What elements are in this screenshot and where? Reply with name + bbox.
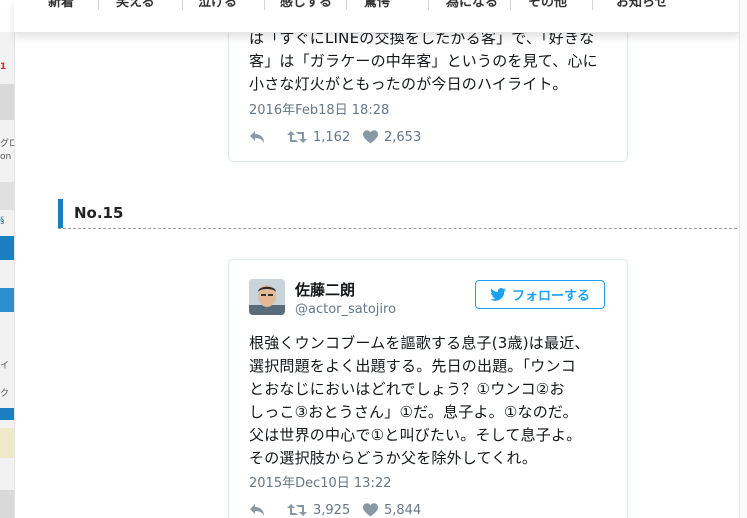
bg-block [0,182,14,210]
like-button[interactable]: 5,844 [363,501,421,518]
retweet-icon [287,131,307,143]
tweet-date[interactable]: 2016年Feb18日 18:28 [249,99,389,118]
bg-fragment: 1 [0,62,7,72]
background-page-strip: 1 グロ on § イ ク [0,0,15,518]
nav-item-funny[interactable]: 笑える [116,0,155,13]
nav-separator [510,0,511,10]
reply-button[interactable] [249,128,266,146]
heading-accent-bar [58,199,63,228]
avatar[interactable] [249,279,285,315]
author-handle[interactable]: @actor_satojiro [295,302,396,317]
tweet-text-line: 小さな灯火がともったのが今日のハイライト。 [249,75,568,93]
like-count: 5,844 [384,502,422,518]
twitter-bird-icon [490,288,506,301]
tweet-actions: 1,162 2,653 [249,128,609,146]
tweet-text-line: 根強くウンコブームを謳歌する息子(3歳)は最近、 [249,334,590,352]
nav-item-surprise[interactable]: 驚愕 [364,0,390,13]
author-name[interactable]: 佐藤二朗 [295,279,355,300]
nav-item-touching[interactable]: 泣ける [198,0,237,13]
bg-fragment: § [0,216,5,226]
bg-fragment: ク [0,389,10,399]
bg-block [0,288,14,312]
tweet-text-line: 父は世界の中心で①と叫びたい。そして息子よ。 [249,426,582,444]
section-heading: No.15 [58,199,747,229]
reply-icon [250,131,264,143]
tweet-text: 根強くウンコブームを謳歌する息子(3歳)は最近、 選択問題をよく出題する。先日の… [249,332,601,470]
avatar-photo [249,279,285,315]
like-count: 2,653 [384,129,422,145]
tweet-text-line: その選択肢からどうか父を除外してくれ。 [249,449,538,467]
bg-block [0,84,14,120]
retweet-count: 3,925 [313,502,351,518]
follow-button-label: フォローする [511,289,590,304]
tweet-text: は「すぐにLINEの交換をしたがる客」で、「好きな 客」は「ガラケーの中年客」と… [249,27,601,96]
nav-item-other[interactable]: その他 [528,0,567,13]
bg-block [0,490,14,518]
nav-separator [592,0,593,10]
reply-icon [250,504,264,516]
right-scroll-edge [739,0,747,518]
bg-block [0,408,14,420]
tweet-text-line: 選択問題をよく出題する。先日の出題。「ウンコ [249,357,576,375]
section-number: No.15 [74,204,124,222]
retweet-count: 1,162 [313,129,351,145]
tweet-actions: 3,925 5,844 [249,501,609,518]
bg-block [0,0,14,32]
nav-separator [346,0,347,10]
nav-item-news[interactable]: お知らせ [616,0,668,13]
bg-block [0,428,14,458]
tweet-text-line: 客」は「ガラケーの中年客」というのを見て、心に [249,52,598,70]
page: 1 グロ on § イ ク 新着 笑える 泣ける 感じする 驚愕 為になる その… [0,0,747,518]
follow-button[interactable]: フォローする [475,280,605,309]
bg-fragment: イ [0,361,10,371]
retweet-icon [287,504,307,516]
nav-item-useful[interactable]: 為になる [446,0,498,13]
bg-block [0,236,14,260]
tweet-card: 佐藤二朗 @actor_satojiro フォローする 根強くウンコブームを謳歌… [228,259,628,518]
tweet-date[interactable]: 2015年Dec10日 13:22 [249,472,391,491]
heart-icon [363,503,378,517]
tweet-text-line: とおなじにおいはどれでしょう？①ウンコ②お [249,380,565,398]
retweet-button[interactable]: 3,925 [287,501,350,518]
bg-fragment: グロ [0,139,14,149]
tweet-text-line: しっこ③おとうさん」①だ。息子よ。①なのだ。 [249,403,578,421]
nav-item-new[interactable]: 新着 [48,0,74,13]
nav-separator [428,0,429,10]
nav-separator [98,0,99,10]
heart-icon [363,130,378,144]
reply-button[interactable] [249,501,266,518]
nav-item-feeling[interactable]: 感じする [280,0,332,13]
retweet-button[interactable]: 1,162 [287,128,350,146]
nav-separator [264,0,265,10]
like-button[interactable]: 2,653 [363,128,421,146]
nav-separator [182,0,183,10]
top-nav-bar: 新着 笑える 泣ける 感じする 驚愕 為になる その他 お知らせ [14,0,740,33]
bg-fragment: on [0,152,12,162]
